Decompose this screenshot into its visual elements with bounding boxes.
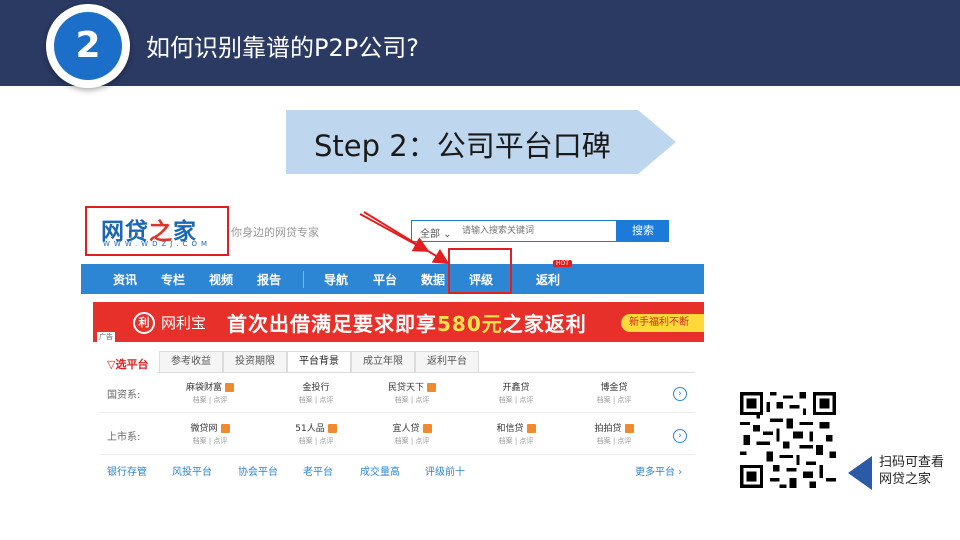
platform-item[interactable]: 宜人贷 档案 | 点评 — [371, 421, 453, 446]
platform-item[interactable]: 51人品 档案 | 点评 — [275, 421, 357, 446]
row-label-listed: 上市系: — [107, 432, 141, 443]
platform-name: 麻袋财富 — [185, 383, 222, 393]
rating-badge-icon — [327, 424, 337, 433]
link-association[interactable]: 协会平台 — [238, 463, 278, 478]
platform-name: 金投行 — [302, 383, 330, 393]
platform-links: 档案 | 点评 — [298, 396, 334, 404]
filter-divider — [157, 372, 695, 373]
rating-badge-icon — [624, 424, 634, 433]
platform-item[interactable]: 博金贷 档案 | 点评 — [573, 380, 655, 405]
platform-item[interactable]: 金投行 档案 | 点评 — [275, 380, 357, 405]
link-old-platform[interactable]: 老平台 — [303, 463, 333, 478]
platform-item[interactable]: 民贷天下 档案 | 点评 — [371, 380, 453, 405]
platform-item[interactable]: 开鑫贷 档案 | 点评 — [475, 380, 557, 405]
platform-links: 档案 | 点评 — [298, 437, 334, 445]
tab-rebate[interactable]: 返利平台 — [415, 351, 479, 373]
platform-name: 拍拍贷 — [594, 424, 622, 434]
chevron-right-icon[interactable]: › — [673, 387, 687, 401]
platform-name: 博金贷 — [600, 383, 628, 393]
link-vc-platform[interactable]: 风投平台 — [172, 463, 212, 478]
ad-tag: 广告 — [97, 332, 115, 342]
platform-links: 档案 | 点评 — [596, 396, 632, 404]
platform-name: 51人品 — [295, 424, 325, 434]
qr-caption-line2: 网贷之家 — [879, 472, 932, 487]
platform-name: 宜人贷 — [392, 424, 420, 434]
ad-brand: 网利宝 — [161, 314, 207, 332]
platform-name: 微贷网 — [190, 424, 218, 434]
link-more-platforms[interactable]: 更多平台 › — [635, 463, 682, 478]
search-scope-dropdown[interactable]: 全部 ⌄ — [420, 225, 452, 240]
rating-badge-icon — [422, 424, 432, 433]
nav-item-rebate[interactable]: 返利 — [536, 271, 560, 288]
website-screenshot: 网贷之家 WWW.WDZJ.COM 你身边的网贷专家 全部 ⌄ 搜索 资讯 专栏… — [81, 198, 704, 486]
nav-item-platform[interactable]: 平台 — [373, 271, 397, 288]
qr-caption-line1: 扫码可查看 — [879, 455, 945, 470]
search-input[interactable] — [462, 223, 612, 239]
step-badge: 2 — [46, 4, 130, 88]
rating-badge-icon — [427, 383, 436, 392]
row-divider — [99, 454, 695, 455]
rating-highlight-box — [448, 248, 512, 294]
nav-item-news[interactable]: 资讯 — [113, 271, 137, 288]
filter-logo: ▽选平台 — [107, 358, 149, 371]
platform-item[interactable]: 微贷网 档案 | 点评 — [169, 421, 251, 446]
nav-divider — [303, 271, 304, 288]
main-nav: 资讯 专栏 视频 报告 导航 平台 数据 评级 返利 HOT — [81, 260, 704, 294]
row-label-state: 国资系: — [107, 390, 141, 401]
platform-item[interactable]: 麻袋财富 档案 | 点评 — [169, 380, 251, 405]
qr-code — [740, 392, 836, 488]
ad-brand-icon: 利 — [133, 312, 155, 334]
slide-title: 如何识别靠谱的P2P公司? — [146, 34, 419, 62]
site-logo[interactable]: 网贷之家 WWW.WDZJ.COM — [85, 206, 229, 256]
logo-url: WWW.WDZJ.COM — [103, 240, 212, 248]
rating-badge-icon — [526, 424, 536, 433]
step-banner: Step 2：公司平台口碑 — [286, 110, 676, 174]
rating-badge-icon — [220, 424, 230, 433]
platform-links: 档案 | 点评 — [498, 437, 534, 445]
platform-links: 档案 | 点评 — [394, 437, 430, 445]
row-divider — [99, 412, 695, 413]
nav-item-column[interactable]: 专栏 — [161, 271, 185, 288]
tab-term[interactable]: 投资期限 — [223, 351, 287, 373]
tab-yield[interactable]: 参考收益 — [159, 351, 223, 373]
step-number: 2 — [54, 12, 122, 80]
ad-banner[interactable]: 利 网利宝 首次出借满足要求即享580元之家返利 新手福利不断 广告 — [93, 302, 704, 342]
pointer-left-icon — [848, 456, 872, 490]
platform-name: 开鑫贷 — [502, 383, 530, 393]
hot-badge: HOT — [553, 260, 572, 267]
ad-slogan: 首次出借满足要求即享580元之家返利 — [227, 312, 587, 336]
nav-item-guide[interactable]: 导航 — [324, 271, 348, 288]
nav-item-data[interactable]: 数据 — [421, 271, 445, 288]
rating-badge-icon — [225, 383, 234, 392]
tab-years[interactable]: 成立年限 — [351, 351, 415, 373]
platform-name: 民贷天下 — [387, 383, 424, 393]
search-button[interactable]: 搜索 — [617, 220, 669, 242]
platform-item[interactable]: 拍拍贷 档案 | 点评 — [573, 421, 655, 446]
slide-header: 2 如何识别靠谱的P2P公司? — [0, 0, 960, 88]
platform-name: 和信贷 — [496, 424, 524, 434]
qr-caption: 扫码可查看 网贷之家 — [879, 454, 944, 488]
platform-links: 档案 | 点评 — [596, 437, 632, 445]
ad-pill: 新手福利不断 — [621, 314, 704, 332]
chevron-right-icon[interactable]: › — [673, 429, 687, 443]
platform-item[interactable]: 和信贷 档案 | 点评 — [475, 421, 557, 446]
platform-links: 档案 | 点评 — [498, 396, 534, 404]
link-top-rated[interactable]: 评级前十 — [425, 463, 465, 478]
platform-links: 档案 | 点评 — [394, 396, 430, 404]
platform-links: 档案 | 点评 — [192, 437, 228, 445]
step-label: Step 2：公司平台口碑 — [314, 129, 611, 163]
link-bank-custody[interactable]: 银行存管 — [107, 463, 147, 478]
platform-links: 档案 | 点评 — [192, 396, 228, 404]
site-slogan: 你身边的网贷专家 — [231, 226, 319, 239]
nav-item-video[interactable]: 视频 — [209, 271, 233, 288]
tab-background[interactable]: 平台背景 — [287, 351, 351, 373]
search-box: 全部 ⌄ — [411, 220, 617, 242]
link-high-volume[interactable]: 成交量高 — [360, 463, 400, 478]
nav-item-report[interactable]: 报告 — [257, 271, 281, 288]
